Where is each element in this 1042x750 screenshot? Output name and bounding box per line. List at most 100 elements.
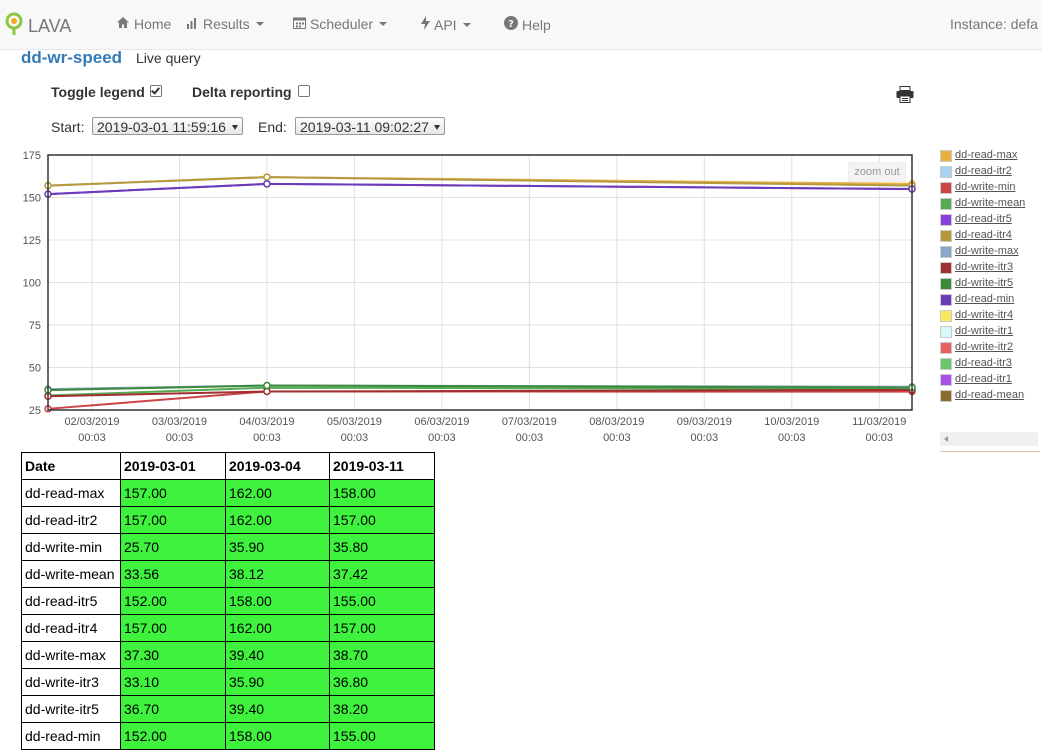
x-tick-date-label: 04/03/2019 xyxy=(239,416,294,428)
legend-swatch xyxy=(940,374,952,386)
brand-name: LAVA xyxy=(28,16,72,36)
y-tick-label: 50 xyxy=(29,363,41,375)
row-metric-name: dd-read-min xyxy=(21,722,121,750)
chevron-down-icon xyxy=(255,22,264,26)
legend-swatch xyxy=(940,182,952,194)
row-value-cell: 162.00 xyxy=(225,506,330,534)
zoom-out-button[interactable]: zoom out xyxy=(848,162,906,182)
row-metric-name: dd-read-max xyxy=(21,479,121,507)
legend-swatch xyxy=(940,358,952,370)
row-metric-name: dd-write-itr5 xyxy=(21,695,121,723)
x-tick-date-label: 06/03/2019 xyxy=(414,416,469,428)
row-value-cell: 35.90 xyxy=(225,668,330,696)
table-row: dd-write-min 25.70 35.90 35.80 xyxy=(21,533,435,561)
page-subtitle: Live query xyxy=(136,50,201,66)
x-tick-date-label: 09/03/2019 xyxy=(677,416,732,428)
end-label: End: xyxy=(258,119,287,135)
legend-label: dd-read-min xyxy=(955,293,1015,305)
toggle-legend-checkbox[interactable] xyxy=(150,85,162,97)
table-row: dd-read-min 152.00 158.00 155.00 xyxy=(21,722,435,750)
bolt-icon xyxy=(421,16,434,33)
legend-label: dd-write-itr3 xyxy=(955,261,1014,273)
legend-label: dd-read-itr3 xyxy=(955,357,1012,369)
top-navbar: LAVA Home Results Scheduler API ? Help I xyxy=(0,0,1042,50)
calendar-icon xyxy=(293,16,310,32)
start-date-value: 2019-03-01 11:59:16 xyxy=(97,119,226,135)
table-header-cell: Date xyxy=(21,452,121,480)
x-tick-date-label: 11/03/2019 xyxy=(852,416,906,428)
legend-label: dd-write-max xyxy=(955,245,1019,257)
x-tick-time-label: 00:03 xyxy=(778,432,806,444)
legend-swatch xyxy=(940,294,952,306)
brand-link[interactable]: LAVA xyxy=(4,12,71,41)
x-tick-time-label: 00:03 xyxy=(78,432,106,444)
series-point xyxy=(263,381,271,390)
legend-swatch xyxy=(940,150,952,162)
y-tick-label: 150 xyxy=(23,193,41,205)
table-row: dd-read-max 157.00 162.00 158.00 xyxy=(21,479,435,507)
question-circle-icon: ? xyxy=(504,16,522,33)
row-value-cell: 36.70 xyxy=(120,695,226,723)
legend-label: dd-write-itr2 xyxy=(955,341,1014,353)
divider xyxy=(940,451,1040,452)
table-header-cell: 2019-03-04 xyxy=(225,452,330,480)
legend-label: dd-read-mean xyxy=(955,389,1025,401)
table-header-row: Date 2019-03-01 2019-03-04 2019-03-11 xyxy=(21,452,435,480)
legend-scrollbar[interactable] xyxy=(940,432,1038,446)
nav-help[interactable]: ? Help xyxy=(504,16,551,33)
x-tick-time-label: 00:03 xyxy=(428,432,456,444)
metrics-line-chart[interactable]: 25 50 75 100 125 150 175 02/03/2019 00:03 03/03/2… xyxy=(0,145,940,445)
legend-swatch xyxy=(940,342,952,354)
row-value-cell: 36.80 xyxy=(329,668,435,696)
table-row: dd-write-itr3 33.10 35.90 36.80 xyxy=(21,668,435,696)
row-value-cell: 37.30 xyxy=(120,641,226,669)
row-value-cell: 155.00 xyxy=(329,587,435,615)
y-tick-label: 175 xyxy=(23,150,41,162)
legend-swatch xyxy=(940,166,952,178)
row-value-cell: 152.00 xyxy=(120,587,226,615)
nav-scheduler[interactable]: Scheduler xyxy=(293,16,388,32)
start-date-select[interactable]: 2019-03-01 11:59:16 xyxy=(92,117,243,135)
delta-reporting-label: Delta reporting xyxy=(192,84,292,100)
table-row: dd-write-itr5 36.70 39.40 38.20 xyxy=(21,695,435,723)
series-point xyxy=(263,180,271,188)
legend-swatch xyxy=(940,310,952,322)
x-tick-time-label: 00:03 xyxy=(865,432,893,444)
svg-text:?: ? xyxy=(508,19,514,30)
x-tick-time-label: 00:03 xyxy=(603,432,631,444)
legend-swatch xyxy=(940,230,952,242)
results-table: Date 2019-03-01 2019-03-04 2019-03-11 dd… xyxy=(21,452,435,750)
nav-results[interactable]: Results xyxy=(186,16,264,32)
row-value-cell: 38.12 xyxy=(225,560,330,588)
row-value-cell: 37.42 xyxy=(329,560,435,588)
lava-logo-icon xyxy=(4,12,24,41)
nav-home-label: Home xyxy=(134,16,172,32)
legend-label: dd-read-itr4 xyxy=(955,229,1012,241)
y-tick-label: 25 xyxy=(29,405,41,417)
y-tick-label: 100 xyxy=(23,278,41,290)
table-row: dd-write-mean 33.56 38.12 37.42 xyxy=(21,560,435,588)
legend-label: dd-read-itr1 xyxy=(955,373,1012,385)
legend-swatch xyxy=(940,198,952,210)
nav-api[interactable]: API xyxy=(421,16,471,33)
legend-swatch xyxy=(940,326,952,338)
nav-home[interactable]: Home xyxy=(116,16,171,32)
delta-reporting-checkbox[interactable] xyxy=(298,85,310,97)
x-tick-date-label: 10/03/2019 xyxy=(764,416,819,428)
x-tick-time-label: 00:03 xyxy=(253,432,281,444)
row-value-cell: 157.00 xyxy=(120,479,226,507)
page-title[interactable]: dd-wr-speed xyxy=(21,48,122,68)
home-icon xyxy=(116,16,134,32)
instance-name: Instance: defa xyxy=(950,16,1038,32)
end-date-select[interactable]: 2019-03-11 09:02:27 xyxy=(295,117,445,135)
row-value-cell: 33.10 xyxy=(120,668,226,696)
table-row: dd-read-itr4 157.00 162.00 157.00 xyxy=(21,614,435,642)
row-value-cell: 157.00 xyxy=(120,614,226,642)
x-tick-time-label: 00:03 xyxy=(516,432,544,444)
row-value-cell: 157.00 xyxy=(329,506,435,534)
row-metric-name: dd-read-itr2 xyxy=(21,506,121,534)
legend-swatch xyxy=(940,246,952,258)
x-tick-time-label: 00:03 xyxy=(341,432,369,444)
print-icon[interactable] xyxy=(896,86,914,108)
legend-label: dd-write-itr4 xyxy=(955,309,1014,321)
